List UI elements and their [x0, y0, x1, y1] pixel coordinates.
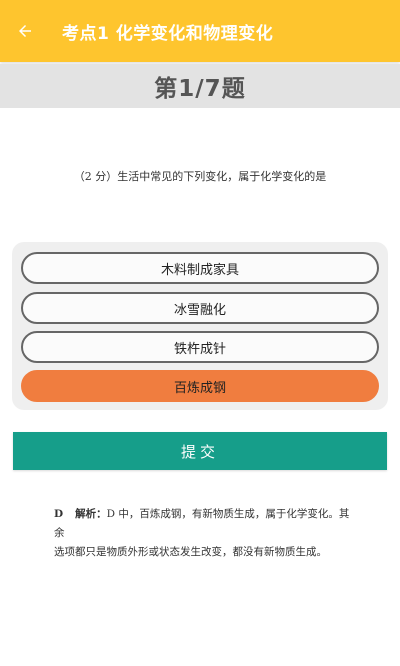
question-text: （2 分）生活中常见的下列变化，属于化学变化的是: [73, 170, 327, 183]
app-bar: 考点1 化学变化和物理变化: [0, 0, 400, 62]
back-button[interactable]: [0, 0, 50, 62]
option-a[interactable]: 木料制成家具: [21, 252, 379, 284]
answer-letter: D: [54, 508, 64, 520]
arrow-left-icon: [19, 25, 31, 37]
page-title: 考点1 化学变化和物理变化: [62, 23, 274, 44]
options-panel: 木料制成家具 冰雪融化 铁杵成针 百炼成钢: [12, 242, 388, 410]
explanation: D 解析：D 中，百炼成钢，有新物质生成，属于化学变化。其余 选项都只是物质外形或…: [54, 505, 354, 562]
option-d[interactable]: 百炼成钢: [21, 370, 379, 402]
explanation-label: 解析：: [75, 508, 107, 520]
option-b[interactable]: 冰雪融化: [21, 292, 379, 324]
question-counter: 第1/7题: [0, 64, 400, 108]
submit-button[interactable]: 提交: [13, 432, 387, 470]
explanation-line-2: 选项都只是物质外形或状态发生改变，都没有新物质生成。: [54, 546, 327, 558]
option-c[interactable]: 铁杵成针: [21, 331, 379, 363]
